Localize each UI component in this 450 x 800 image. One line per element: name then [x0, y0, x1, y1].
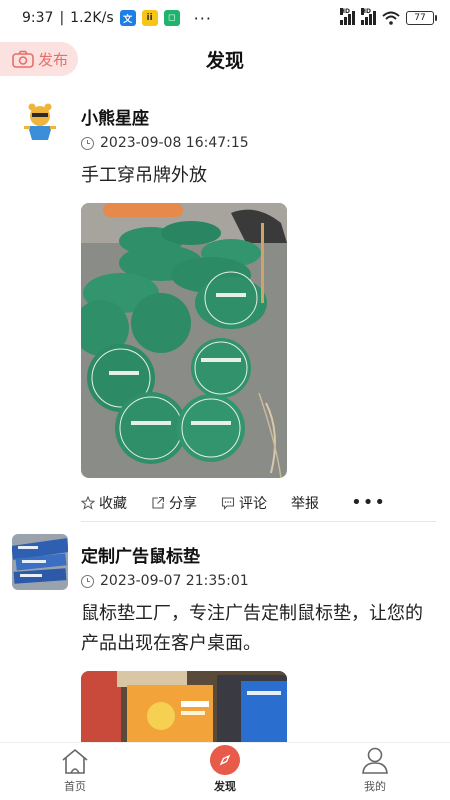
home-icon: [62, 748, 88, 774]
app-notification-icon: 文: [119, 10, 136, 26]
clock-icon: [81, 574, 94, 588]
app-notification-icon: ◻: [163, 10, 180, 26]
header: 发布 发现: [0, 36, 450, 82]
star-icon: [81, 495, 95, 510]
post-timestamp: 2023-09-08 16:47:15: [81, 135, 436, 151]
tab-me[interactable]: 我的: [300, 743, 450, 800]
status-bar: 9:37 | 1.2K/s 文 ii ◻ ··· HD HD 77: [0, 0, 450, 36]
bottom-nav: 首页 发现 我的: [0, 742, 450, 800]
post-text: 手工穿吊牌外放: [81, 165, 207, 186]
battery-icon: 77: [406, 11, 437, 25]
avatar[interactable]: [12, 96, 68, 152]
author-name[interactable]: 小熊星座: [81, 92, 436, 129]
app-notification-icon: ii: [141, 10, 158, 26]
report-button[interactable]: 举报: [291, 493, 319, 513]
post-image[interactable]: [81, 671, 287, 742]
post-card[interactable]: 小熊星座 2023-09-08 16:47:15 手工穿吊牌外放 收藏 分享 评…: [0, 92, 450, 522]
more-notifications-icon: ···: [193, 8, 212, 28]
signal-icon: HD: [361, 8, 376, 25]
wifi-icon: [382, 11, 400, 25]
post-card[interactable]: 定制广告鼠标垫 2023-09-07 21:35:01 鼠标垫工厂，专注广告定制…: [0, 530, 450, 742]
author-name[interactable]: 定制广告鼠标垫: [81, 530, 436, 567]
favorite-button[interactable]: 收藏: [81, 493, 127, 513]
feed[interactable]: 小熊星座 2023-09-08 16:47:15 手工穿吊牌外放 收藏 分享 评…: [0, 92, 450, 742]
network-speed: 1.2K/s: [70, 10, 114, 26]
share-icon: [152, 496, 165, 509]
user-icon: [362, 747, 388, 774]
post-actions: 收藏 分享 评论 举报 •••: [81, 484, 436, 522]
clock-icon: [81, 136, 94, 150]
page-title: 发现: [205, 50, 244, 72]
tab-home[interactable]: 首页: [0, 743, 150, 800]
comment-button[interactable]: 评论: [221, 493, 267, 513]
comment-icon: [221, 496, 235, 510]
post-timestamp: 2023-09-07 21:35:01: [81, 573, 436, 589]
post-text: 鼠标垫工厂，专注广告定制鼠标垫，让您的产品出现在客户桌面。: [81, 603, 423, 654]
post-image[interactable]: [81, 203, 287, 478]
more-options-icon[interactable]: •••: [351, 492, 386, 513]
avatar[interactable]: [12, 534, 68, 590]
compass-icon: [210, 745, 240, 775]
share-button[interactable]: 分享: [151, 493, 197, 513]
status-time: 9:37: [22, 10, 54, 26]
signal-icon: HD: [340, 8, 355, 25]
tab-discover[interactable]: 发现: [150, 743, 300, 800]
